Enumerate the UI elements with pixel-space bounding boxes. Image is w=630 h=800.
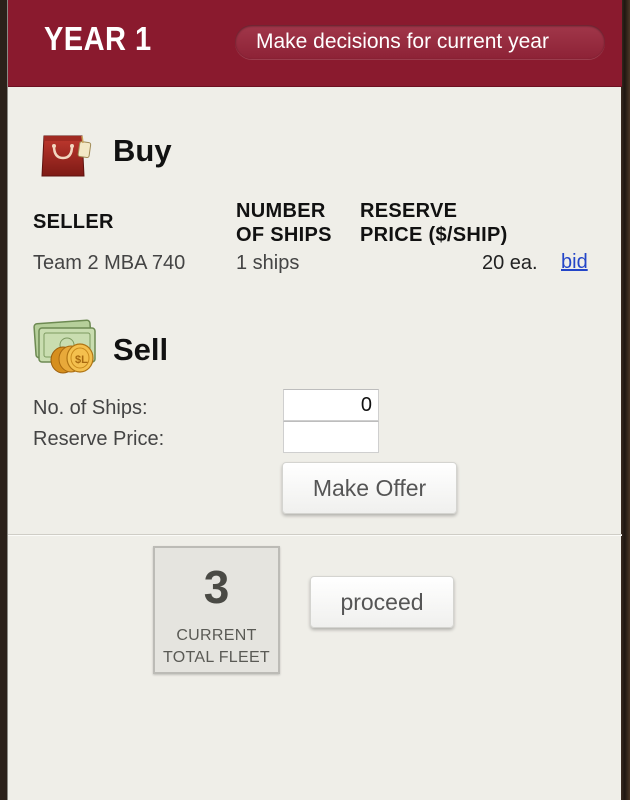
ships-cell: 1 ships [236,252,300,274]
col-seller: SELLER [33,211,114,233]
instruction-pill: Make decisions for current year [235,25,605,59]
shopping-bag-icon [38,124,94,185]
cash-coins-icon: $L [33,318,99,383]
ships-label: No. of Ships: [33,397,148,419]
col-number-of-ships: NUMBER OF SHIPS [236,199,332,247]
sell-title: Sell [113,332,169,367]
reserve-price-label: Reserve Price: [33,428,165,450]
panel-header: YEAR 1 Make decisions for current year [8,0,622,87]
svg-text:$L: $L [75,354,88,366]
section-divider [8,534,622,536]
fleet-label-line1: CURRENT [176,627,257,644]
fleet-count: 3 [203,561,230,613]
fleet-label-line2: TOTAL FLEET [162,649,271,666]
col-reserve-line2: PRICE ($/SHIP) [360,224,508,246]
background-texture [621,0,630,800]
proceed-button[interactable]: proceed [310,576,454,628]
price-cell: 20 ea. [482,252,538,274]
bid-link[interactable]: bid [561,251,588,274]
col-number-line2: OF SHIPS [236,224,332,246]
seller-cell: Team 2 MBA 740 [33,252,186,274]
col-number-line1: NUMBER [236,200,326,222]
buy-title: Buy [113,133,172,168]
year-title: YEAR 1 [44,20,152,57]
fleet-summary: 3 CURRENT TOTAL FLEET [153,546,280,674]
make-offer-button[interactable]: Make Offer [282,462,457,514]
decision-panel: YEAR 1 Make decisions for current year B… [7,0,622,800]
col-reserve-price: RESERVE PRICE ($/SHIP) [360,199,508,247]
col-reserve-line1: RESERVE [360,200,458,222]
ships-input[interactable] [283,389,379,421]
fleet-label: CURRENT TOTAL FLEET [155,625,278,669]
reserve-price-input[interactable] [283,421,379,453]
